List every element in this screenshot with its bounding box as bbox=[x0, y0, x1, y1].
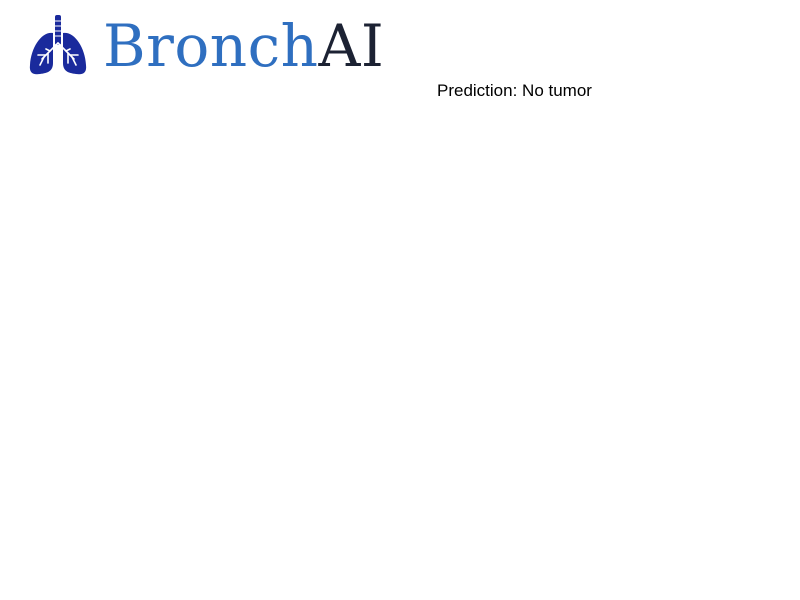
prediction-result: Prediction: No tumor bbox=[437, 81, 592, 100]
brand-name-ai: AI bbox=[318, 12, 385, 80]
bronchai-logo: BronchAI bbox=[28, 10, 384, 80]
brand-name-bronch: Bronch bbox=[103, 12, 319, 80]
lungs-icon bbox=[29, 15, 87, 75]
page: BronchAI Prediction: No tumor bbox=[0, 0, 800, 600]
brand-wordmark: BronchAI bbox=[103, 17, 384, 75]
